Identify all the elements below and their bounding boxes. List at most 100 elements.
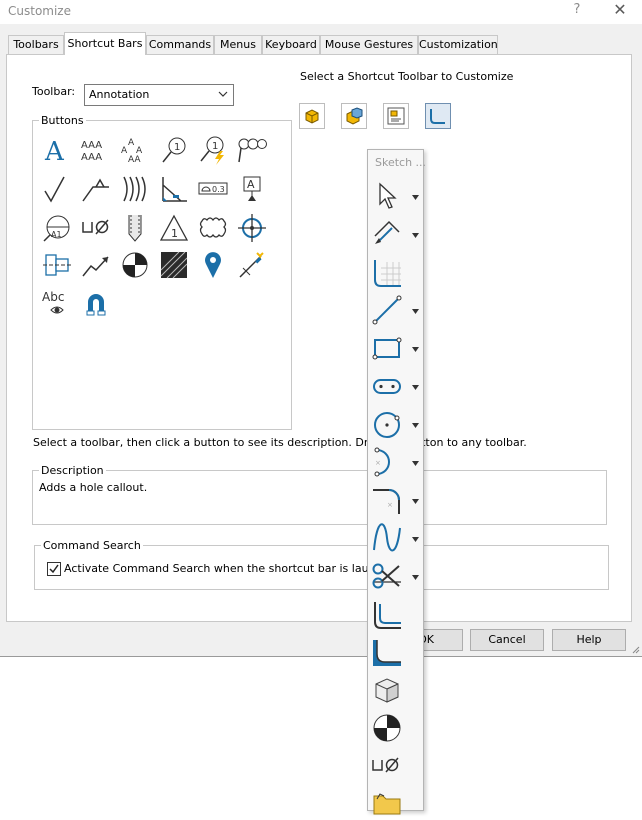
revision-cloud-icon[interactable] <box>198 213 228 243</box>
weld-symbol-icon[interactable] <box>81 174 111 204</box>
sketch-shortcut-bar: Sketch ... × × <box>367 149 426 815</box>
svg-text:AAA: AAA <box>81 152 102 163</box>
shortcut-select-label: Select a Shortcut Toolbar to Customize <box>300 70 514 83</box>
line-icon[interactable] <box>371 294 405 326</box>
rectangle-dropdown-icon[interactable] <box>412 347 419 352</box>
title-bar: Customize ? ✕ <box>0 0 642 24</box>
datum-feature-icon[interactable]: A <box>237 174 267 204</box>
convert-entities-icon[interactable] <box>371 636 405 668</box>
svg-text:A: A <box>247 178 255 191</box>
tab-commands[interactable]: Commands <box>146 35 214 54</box>
svg-text:A: A <box>121 146 128 156</box>
select-dropdown-icon[interactable] <box>412 195 419 200</box>
customize-dialog: Customize ? ✕ Toolbars Shortcut Bars Com… <box>0 0 642 657</box>
magnetic-line-icon[interactable] <box>237 250 267 280</box>
spline-icon[interactable] <box>371 522 405 554</box>
datum-target-icon[interactable] <box>159 174 189 204</box>
revision-symbol-icon[interactable]: 1 <box>159 213 189 243</box>
auto-balloon-icon[interactable]: 1 <box>198 135 228 165</box>
instructions-text: Select a toolbar, then click a button to… <box>33 436 527 449</box>
assembly-icon[interactable] <box>341 103 367 129</box>
tab-menus[interactable]: Menus <box>214 35 262 54</box>
sketch-grid-icon[interactable] <box>371 256 405 288</box>
smart-dimension-dropdown-icon[interactable] <box>412 233 419 238</box>
part-icon[interactable] <box>299 103 325 129</box>
fillet-dropdown-icon[interactable] <box>412 499 419 504</box>
select-icon[interactable] <box>371 180 405 212</box>
center-line-icon[interactable] <box>42 250 72 280</box>
svg-text:A1: A1 <box>51 230 62 239</box>
cube-icon[interactable] <box>371 674 405 706</box>
cancel-button[interactable]: Cancel <box>470 629 544 651</box>
spline-dropdown-icon[interactable] <box>412 537 419 542</box>
tab-keyboard[interactable]: Keyboard <box>262 35 320 54</box>
circle-icon[interactable] <box>371 408 405 440</box>
toolbar-label: Toolbar: <box>32 85 76 98</box>
help-button[interactable]: Help <box>552 629 626 651</box>
multi-jog-leader-icon[interactable] <box>81 250 111 280</box>
trim-icon[interactable] <box>371 560 405 592</box>
location-pin-icon[interactable] <box>198 250 228 280</box>
linear-note-pattern-icon[interactable]: AAA AAA <box>81 135 111 165</box>
toolbar-select[interactable]: Annotation <box>84 84 234 106</box>
rectangle-icon[interactable] <box>371 332 405 364</box>
command-search-checkbox-label: Activate Command Search when the shortcu… <box>64 562 403 575</box>
hide-show-annotations-icon[interactable]: Abc <box>42 288 72 318</box>
smart-dimension-icon[interactable] <box>371 218 405 250</box>
close-icon[interactable]: ✕ <box>610 0 630 19</box>
hole-callout-icon[interactable] <box>371 750 405 782</box>
circular-note-pattern-icon[interactable]: A A A AA <box>120 135 150 165</box>
tab-toolbars[interactable]: Toolbars <box>8 35 64 54</box>
tab-shortcut-bars[interactable]: Shortcut Bars <box>64 32 146 55</box>
circle-dropdown-icon[interactable] <box>412 423 419 428</box>
help-icon[interactable]: ? <box>570 2 584 17</box>
command-search-title: Command Search <box>41 539 143 552</box>
svg-text:Abc: Abc <box>42 290 64 304</box>
arc-icon[interactable]: × <box>371 446 405 478</box>
arc-dropdown-icon[interactable] <box>412 461 419 466</box>
block-hatch-icon[interactable] <box>159 250 189 280</box>
shortcut-search-input[interactable]: Sketch ... <box>375 156 426 169</box>
svg-text:1: 1 <box>212 141 218 152</box>
tab-mouse-gestures[interactable]: Mouse Gestures <box>320 35 418 54</box>
area-hatch-icon[interactable] <box>120 250 150 280</box>
resize-grip-icon[interactable] <box>630 644 640 654</box>
slot-dropdown-icon[interactable] <box>412 385 419 390</box>
command-search-checkbox[interactable] <box>47 562 61 576</box>
note-icon[interactable]: A <box>42 135 72 165</box>
svg-text:AAA: AAA <box>81 140 102 151</box>
cosmetic-thread-icon[interactable] <box>120 213 150 243</box>
toolbar-select-value: Annotation <box>89 88 150 101</box>
window-title: Customize <box>8 4 71 18</box>
stacked-balloon-icon[interactable] <box>237 135 267 165</box>
svg-text:A: A <box>128 138 135 148</box>
hatch-lines-icon[interactable] <box>120 174 150 204</box>
datum-target-balloon-icon[interactable]: A1 <box>42 213 72 243</box>
drawing-icon[interactable] <box>383 103 409 129</box>
hole-callout-icon[interactable] <box>81 213 111 243</box>
balloon-icon[interactable]: 1 <box>159 135 189 165</box>
folder-icon[interactable] <box>371 788 405 820</box>
description-text: Adds a hole callout. <box>39 481 148 494</box>
svg-text:A: A <box>44 137 65 165</box>
magnet-icon[interactable] <box>81 288 111 318</box>
svg-text:1: 1 <box>174 142 180 153</box>
trim-dropdown-icon[interactable] <box>412 575 419 580</box>
buttons-group-title: Buttons <box>39 114 86 127</box>
surface-finish-icon[interactable] <box>42 174 72 204</box>
svg-text:×: × <box>387 501 393 509</box>
geometric-tolerance-icon[interactable]: 0.3 <box>198 174 228 204</box>
svg-text:1: 1 <box>171 227 178 240</box>
line-dropdown-icon[interactable] <box>412 309 419 314</box>
slot-icon[interactable] <box>371 370 405 402</box>
tab-customization[interactable]: Customization <box>418 35 498 54</box>
section-view-icon[interactable] <box>371 712 405 744</box>
sketch-icon[interactable] <box>425 103 451 129</box>
description-group: Description Adds a hole callout. <box>32 464 607 525</box>
center-mark-icon[interactable] <box>237 213 267 243</box>
svg-text:0.3: 0.3 <box>212 185 225 194</box>
chevron-down-icon <box>217 87 229 101</box>
description-title: Description <box>39 464 106 477</box>
fillet-icon[interactable]: × <box>371 484 405 516</box>
offset-entities-icon[interactable] <box>371 598 405 630</box>
